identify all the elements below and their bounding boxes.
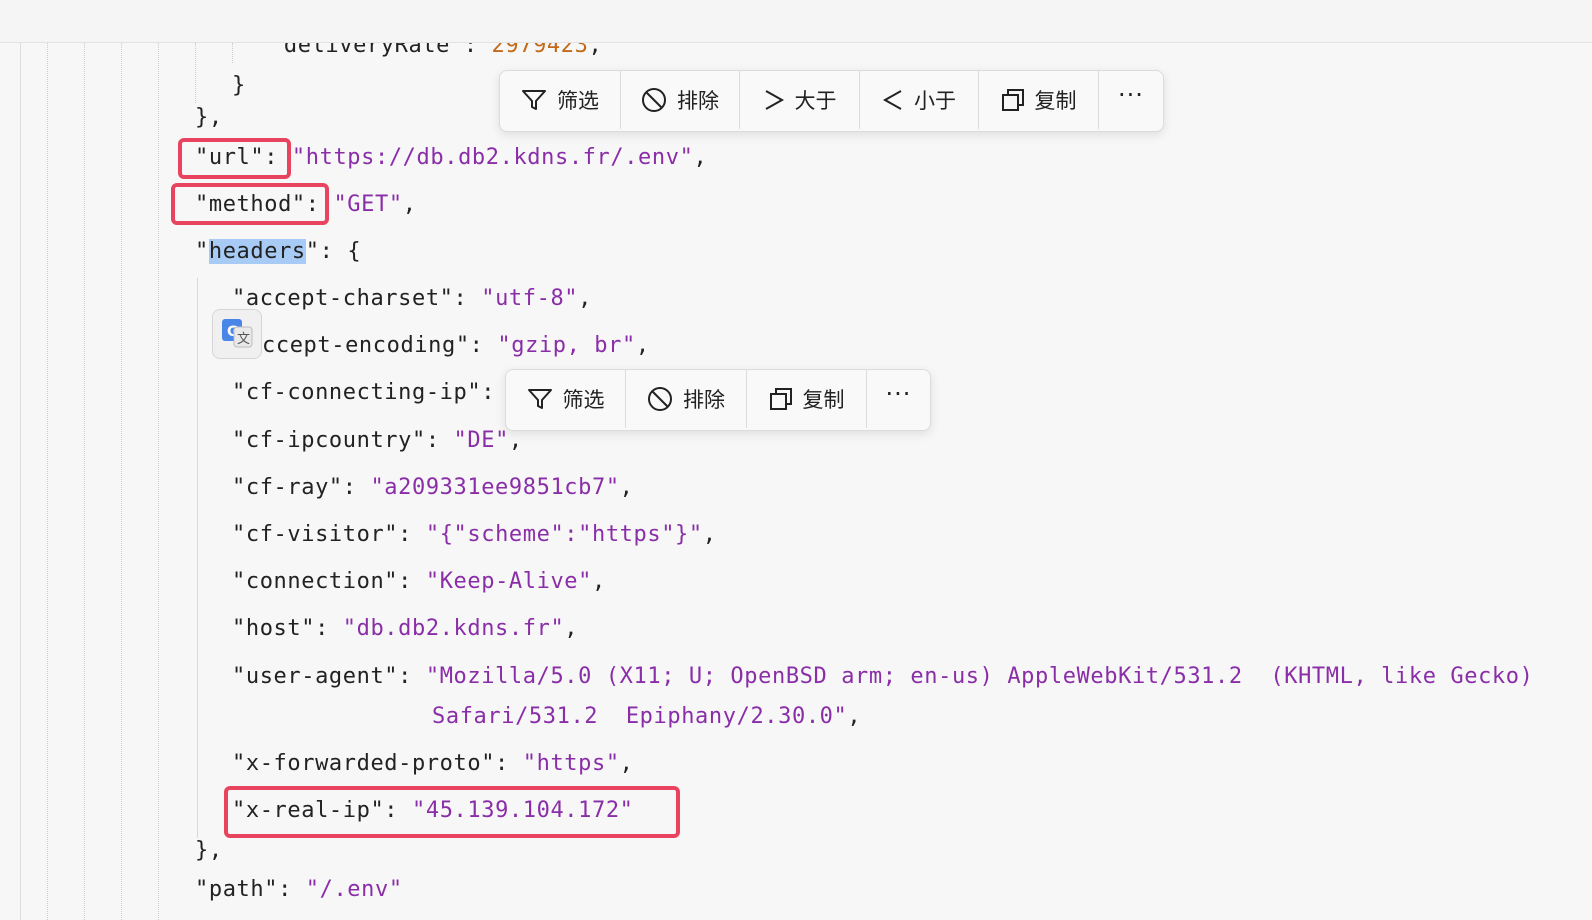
code-line[interactable]: } — [232, 73, 246, 98]
code-line[interactable]: "accept-charset": "utf-8", — [232, 286, 592, 311]
greater-than-label: 大于 — [794, 89, 837, 113]
less-than-label: 小于 — [914, 89, 956, 113]
code-line[interactable]: "cf-ray": "a209331ee9851cb7", — [232, 475, 634, 500]
svg-text:文: 文 — [237, 332, 250, 347]
ban-icon — [641, 87, 667, 113]
more-button[interactable]: ··· — [1099, 71, 1163, 129]
greater-than-icon — [763, 88, 785, 112]
code-line[interactable]: "connection": "Keep-Alive", — [232, 569, 606, 594]
less-than-icon — [882, 88, 904, 112]
code-line[interactable]: ccept-encoding": "gzip, br", — [262, 333, 650, 358]
filter-button[interactable]: 筛选 — [500, 71, 621, 129]
more-icon: ··· — [1118, 81, 1144, 109]
code-line[interactable]: "user-agent": "Mozilla/5.0 (X11; U; Open… — [232, 664, 1533, 689]
code-line[interactable]: "deliveryRate": 2979423, — [270, 43, 602, 58]
copy-button[interactable]: 复制 — [979, 71, 1099, 129]
more-icon: ··· — [885, 380, 912, 408]
less-than-button[interactable]: 小于 — [860, 71, 979, 129]
filter-button[interactable]: 筛选 — [506, 370, 626, 428]
annotation-box-real-ip — [224, 786, 680, 838]
indent-guide — [121, 43, 122, 920]
selected-text: headers — [208, 239, 306, 264]
filter-label: 筛选 — [562, 388, 605, 412]
copy-icon — [1001, 88, 1025, 112]
code-line-headers[interactable]: "headers": { — [195, 239, 361, 264]
ban-icon — [647, 386, 673, 412]
exclude-button[interactable]: 排除 — [626, 370, 747, 428]
more-button[interactable]: ··· — [867, 370, 930, 428]
code-line[interactable]: "cf-ipcountry": "DE", — [232, 428, 523, 453]
indent-guide — [84, 43, 85, 920]
copy-button[interactable]: 复制 — [747, 370, 867, 428]
filter-icon — [527, 387, 553, 411]
code-line[interactable]: "cf-visitor": "{"scheme":"https"}", — [232, 522, 717, 547]
code-line[interactable]: }, — [195, 105, 223, 130]
filter-label: 筛选 — [557, 89, 599, 113]
code-line[interactable]: "x-forwarded-proto": "https", — [232, 751, 634, 776]
code-line[interactable]: "path": "/.env" — [195, 877, 403, 902]
url-value: "https://db.db2.kdns.fr/.env" — [291, 145, 694, 170]
indent-guide — [195, 43, 196, 103]
greater-than-button[interactable]: 大于 — [740, 71, 860, 129]
top-bar — [0, 0, 1592, 43]
method-value: "GET" — [333, 192, 403, 217]
indent-guide — [232, 43, 233, 63]
exclude-button[interactable]: 排除 — [621, 71, 740, 129]
code-line[interactable]: Safari/531.2 Epiphany/2.30.0", — [432, 704, 861, 729]
indent-guide — [158, 43, 159, 920]
exclude-label: 排除 — [683, 388, 725, 412]
code-line[interactable]: "host": "db.db2.kdns.fr", — [232, 616, 578, 641]
context-menu-key: 筛选 排除 复制 ··· — [505, 369, 931, 431]
context-menu-value: 筛选 排除 大于 小于 复制 ··· — [499, 70, 1164, 132]
headers-block-guide — [197, 278, 198, 838]
code-line[interactable]: "cf-connecting-ip": — [232, 380, 495, 405]
annotation-box-url — [178, 138, 291, 179]
filter-icon — [521, 88, 547, 112]
annotation-box-method — [171, 183, 329, 225]
code-line[interactable]: }, — [195, 838, 223, 863]
copy-label: 复制 — [1034, 89, 1077, 113]
exclude-label: 排除 — [677, 89, 719, 113]
copy-label: 复制 — [802, 388, 845, 412]
indent-guide — [20, 43, 21, 920]
indent-guide — [47, 43, 48, 920]
copy-icon — [769, 387, 793, 411]
google-translate-icon[interactable]: G 文 — [212, 309, 262, 359]
